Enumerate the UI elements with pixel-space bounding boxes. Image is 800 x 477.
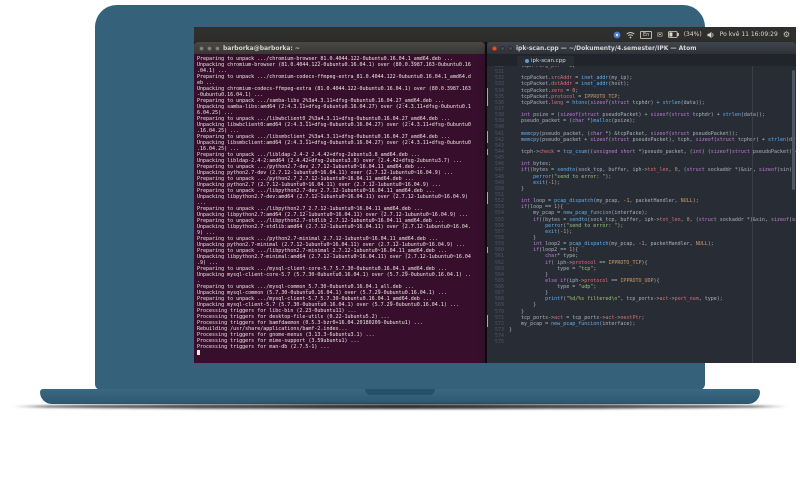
terminal-line: Unpacking libwbclient0:amd64 (2:4.3.11+d… bbox=[197, 122, 471, 128]
terminal-titlebar[interactable]: barborka@barborka: ~ bbox=[194, 42, 485, 54]
code-line: 542 memcpy(pseudo_packet + sizeof(struct… bbox=[487, 136, 796, 143]
battery-percentage: (34%) bbox=[683, 31, 702, 38]
terminal-line: Unpacking libsmbclient:amd64 (2:4.3.11+d… bbox=[197, 140, 471, 146]
terminal-line: Unpacking chromium-browser (81.0.4044.12… bbox=[197, 62, 471, 68]
terminal-output[interactable]: Preparing to unpack .../chromium-browser… bbox=[194, 54, 485, 358]
atom-close-button[interactable] bbox=[492, 45, 497, 51]
top-panel: En ✉ (34%) Po kvě 11 16:09:29 ⚙ bbox=[194, 27, 796, 42]
wrap-guide bbox=[752, 66, 753, 363]
atom-maximize-button[interactable] bbox=[508, 45, 513, 51]
tab-label: ipk-scan.cpp bbox=[531, 58, 566, 64]
terminal-close-button[interactable] bbox=[199, 45, 204, 51]
terminal-minimize-button[interactable] bbox=[207, 45, 212, 51]
code-line: 575 bbox=[494, 339, 504, 346]
laptop-lid: En ✉ (34%) Po kvě 11 16:09:29 ⚙ barborka… bbox=[95, 5, 796, 390]
tab-ipk-scan-cpp[interactable]: ipk-scan.cpp bbox=[517, 56, 574, 66]
atom-window-title: ipk-scan.cpp — ~/Dokumenty/4.semester/IP… bbox=[516, 44, 697, 52]
terminal-line: Unpacking samba-libs:amd64 (2:4.3.11+dfs… bbox=[197, 104, 471, 110]
code-editor[interactable]: 530 tcph->urg_ptr = 0; 531 532 tcpPacket.s… bbox=[487, 66, 796, 363]
wifi-icon[interactable] bbox=[626, 31, 636, 39]
terminal-line: Unpacking mysql-client-core-5.7 (5.7.30-… bbox=[197, 272, 471, 278]
vertical-scrollbar[interactable] bbox=[792, 70, 795, 190]
volume-icon[interactable] bbox=[707, 31, 715, 39]
laptop-screen: En ✉ (34%) Po kvě 11 16:09:29 ⚙ barborka… bbox=[194, 27, 796, 363]
terminal-window[interactable]: barborka@barborka: ~ Preparing to unpack… bbox=[194, 42, 485, 363]
clock[interactable]: Po kvě 11 16:09:29 bbox=[720, 31, 778, 38]
keyboard-layout-indicator[interactable]: En bbox=[640, 30, 652, 39]
terminal-line: Unpacking libpython2.7-minimal:amd64 (2.… bbox=[197, 254, 471, 260]
terminal-line: Unpacking libpython2.7-stdlib:amd64 (2.7… bbox=[197, 224, 471, 230]
atom-tab-bar: ipk-scan.cpp bbox=[487, 54, 796, 66]
atom-titlebar[interactable]: ipk-scan.cpp — ~/Dokumenty/4.semester/IP… bbox=[487, 42, 796, 54]
cpp-file-icon bbox=[525, 59, 529, 63]
terminal-maximize-button[interactable] bbox=[215, 45, 220, 51]
atom-minimize-button[interactable] bbox=[500, 45, 505, 51]
terminal-title: barborka@barborka: ~ bbox=[223, 44, 300, 52]
laptop-shadow bbox=[10, 404, 790, 409]
terminal-line: Preparing to unpack .../chromium-codecs-… bbox=[197, 74, 471, 80]
laptop-hinge-notch bbox=[365, 389, 435, 395]
atom-window[interactable]: ipk-scan.cpp — ~/Dokumenty/4.semester/IP… bbox=[487, 42, 796, 363]
code-line: 544 tcph->check = tcp_csum((unsigned sho… bbox=[487, 148, 796, 156]
app-indicator-icon[interactable] bbox=[613, 31, 621, 39]
messages-icon[interactable]: ✉ bbox=[657, 31, 663, 39]
page: En ✉ (34%) Po kvě 11 16:09:29 ⚙ barborka… bbox=[0, 0, 800, 477]
terminal-line: Unpacking libpython2.7-dev:amd64 (2.7.12… bbox=[197, 194, 468, 200]
laptop-base bbox=[40, 389, 760, 404]
battery-icon[interactable] bbox=[667, 31, 679, 38]
session-gear-icon[interactable]: ⚙ bbox=[783, 30, 790, 39]
terminal-cursor bbox=[197, 350, 200, 355]
